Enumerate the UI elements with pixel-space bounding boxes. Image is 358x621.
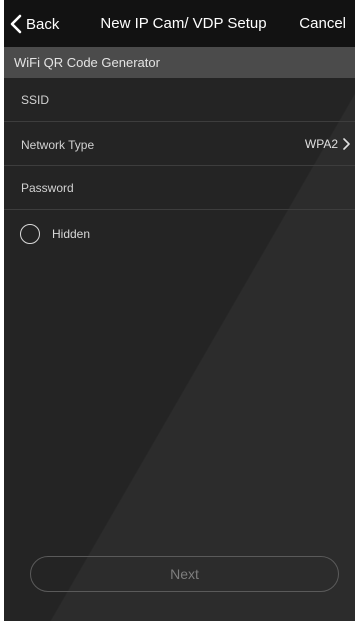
network-type-label: Network Type: [21, 138, 95, 152]
ssid-row: [4, 79, 355, 122]
cancel-label: Cancel: [299, 15, 346, 32]
network-type-row[interactable]: Network Type WPA2: [4, 123, 355, 166]
hidden-toggle[interactable]: Hidden: [20, 222, 90, 246]
cancel-button[interactable]: Cancel: [299, 15, 346, 33]
navigation-bar: Back New IP Cam/ VDP Setup Cancel: [4, 0, 355, 47]
wifi-qr-setup-screen: Back New IP Cam/ VDP Setup Cancel WiFi Q…: [4, 0, 355, 621]
hidden-radio[interactable]: [20, 224, 40, 244]
network-type-value: WPA2: [304, 137, 338, 151]
chevron-right-icon: [342, 138, 350, 150]
hidden-label: Hidden: [52, 227, 91, 241]
next-button[interactable]: Next: [30, 556, 339, 592]
ssid-field[interactable]: [4, 79, 355, 121]
section-header: WiFi QR Code Generator: [4, 47, 355, 78]
password-field[interactable]: [4, 167, 355, 209]
network-type-selector[interactable]: WPA2: [305, 137, 350, 151]
password-row: [4, 167, 355, 210]
